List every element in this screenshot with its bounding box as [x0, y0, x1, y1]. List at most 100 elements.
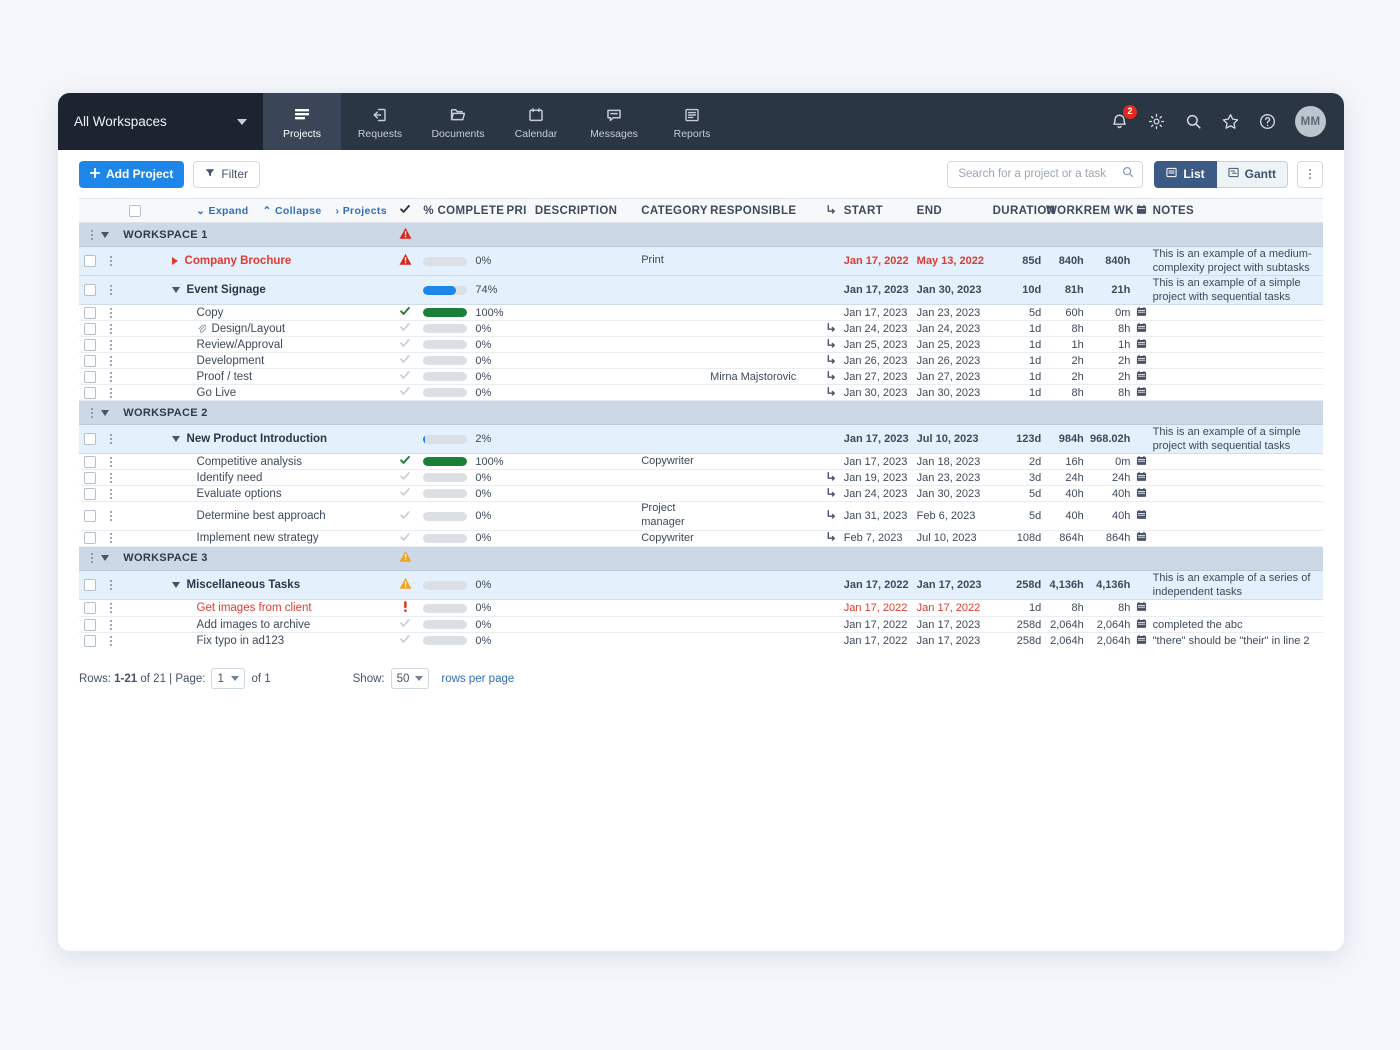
search-box[interactable] — [947, 160, 1144, 188]
project-row[interactable]: Event Signage 74% Jan 17, 2023 Jan 30, 2023… — [79, 275, 1323, 306]
row-name[interactable]: Miscellaneous Tasks — [187, 579, 301, 591]
row-name[interactable]: Copy — [197, 307, 224, 319]
row-name[interactable]: Evaluate options — [197, 488, 282, 500]
kebab-icon[interactable] — [101, 339, 121, 350]
row-menu-cell[interactable] — [101, 246, 122, 277]
calendar-icon[interactable] — [1136, 634, 1147, 648]
row-checkbox[interactable] — [84, 306, 97, 319]
toolbar-more-options-button[interactable] — [1297, 160, 1323, 188]
header-notes[interactable]: NOTES — [1152, 198, 1323, 223]
row-calendar-cell[interactable] — [1130, 469, 1153, 487]
row-name[interactable]: Company Brochure — [185, 255, 292, 267]
check-icon-todo[interactable] — [399, 371, 411, 384]
row-status-cell[interactable] — [386, 368, 424, 386]
row-checkbox[interactable] — [84, 354, 97, 367]
row-checkbox[interactable] — [84, 386, 97, 399]
calendar-icon[interactable] — [1136, 510, 1147, 523]
row-status-cell[interactable] — [386, 453, 424, 471]
filter-button[interactable]: Filter — [193, 160, 261, 188]
nav-item-calendar[interactable]: Calendar — [497, 93, 575, 150]
row-menu-cell[interactable] — [101, 469, 122, 487]
kebab-icon[interactable] — [101, 456, 121, 467]
row-status-cell[interactable] — [386, 530, 424, 547]
check-icon-done[interactable] — [399, 456, 411, 469]
task-row[interactable]: Copy 100% Jan 17, 2023 Jan 23, 2023 5d 60h 0m — [79, 304, 1323, 322]
row-name[interactable]: Implement new strategy — [197, 532, 319, 544]
kebab-icon[interactable] — [101, 355, 121, 366]
project-row[interactable]: Company Brochure 0% Print Jan 17, 2022 May 1… — [79, 246, 1323, 277]
row-status-cell[interactable] — [386, 485, 424, 503]
row-menu-cell[interactable] — [101, 599, 122, 618]
row-calendar-cell[interactable] — [1130, 599, 1153, 618]
row-name[interactable]: Competitive analysis — [197, 456, 302, 468]
calendar-icon[interactable] — [1136, 386, 1147, 400]
row-calendar-cell[interactable] — [1130, 368, 1153, 386]
row-menu-cell[interactable] — [101, 424, 122, 455]
header-work[interactable]: WORK — [1041, 198, 1084, 223]
check-icon-todo[interactable] — [399, 510, 411, 524]
task-row[interactable]: Determine best approach 0% Project manager… — [79, 501, 1323, 531]
row-status-cell[interactable] — [386, 599, 424, 618]
row-checkbox[interactable] — [84, 370, 97, 383]
kebab-icon[interactable] — [101, 387, 121, 398]
task-row[interactable]: Review/Approval 0% Jan 25, 2023 Jan 25, 202… — [79, 336, 1323, 354]
header-start[interactable]: START — [843, 198, 917, 223]
kebab-icon[interactable] — [101, 285, 121, 296]
row-menu-cell[interactable] — [101, 530, 122, 547]
row-status-cell[interactable] — [386, 336, 424, 354]
row-checkbox[interactable] — [84, 618, 97, 631]
check-icon-todo[interactable] — [399, 323, 411, 336]
row-checkbox[interactable] — [84, 579, 97, 592]
row-name[interactable]: Get images from client — [197, 602, 312, 614]
calendar-icon[interactable] — [1136, 322, 1147, 336]
nav-item-reports[interactable]: Reports — [653, 93, 731, 150]
workspace-row-menu[interactable] — [79, 222, 102, 247]
row-checkbox[interactable] — [84, 338, 97, 351]
project-row[interactable]: New Product Introduction 2% Jan 17, 2023 Ju… — [79, 424, 1323, 455]
row-status-cell[interactable] — [386, 246, 424, 277]
row-calendar-cell[interactable] — [1130, 336, 1153, 354]
row-status-cell[interactable] — [386, 384, 424, 402]
workspace-group-row[interactable]: WORKSPACE 2 — [79, 400, 1323, 426]
task-row[interactable]: Go Live 0% Jan 30, 2023 Jan 30, 2023 1d 8h 8h — [79, 384, 1323, 402]
header-duration[interactable]: DURATION — [992, 198, 1055, 223]
row-menu-cell[interactable] — [101, 384, 122, 402]
row-name[interactable]: Determine best approach — [197, 510, 326, 522]
row-status-cell[interactable] — [386, 304, 424, 322]
header-rem-wk[interactable]: REM WK — [1083, 198, 1133, 223]
kebab-icon[interactable] — [101, 603, 121, 614]
search-icon[interactable] — [1122, 165, 1134, 183]
row-name[interactable]: Review/Approval — [197, 339, 283, 351]
row-checkbox[interactable] — [84, 510, 97, 523]
nav-item-documents[interactable]: Documents — [419, 93, 497, 150]
search-input[interactable] — [958, 168, 1123, 180]
kebab-icon[interactable] — [101, 619, 121, 630]
workspace-selector[interactable]: All Workspaces — [58, 93, 263, 150]
row-name[interactable]: Design/Layout — [212, 323, 286, 335]
kebab-icon[interactable] — [83, 407, 101, 418]
row-calendar-cell[interactable] — [1130, 501, 1153, 531]
page-select[interactable]: 1 — [211, 668, 246, 690]
row-calendar-cell[interactable] — [1130, 485, 1153, 503]
task-row[interactable]: Proof / test 0% Mirna Majstorovic Jan 27, 2… — [79, 368, 1323, 386]
header-pri[interactable]: PRI — [506, 198, 535, 223]
row-calendar-cell[interactable] — [1130, 320, 1153, 338]
calendar-icon[interactable] — [1136, 455, 1147, 469]
collapse-triangle-icon[interactable] — [171, 436, 180, 443]
row-status-cell[interactable] — [386, 570, 424, 601]
kebab-icon[interactable] — [101, 635, 121, 646]
kebab-icon[interactable] — [101, 323, 121, 334]
row-calendar-cell[interactable] — [1130, 453, 1153, 471]
header-category[interactable]: CATEGORY — [641, 198, 711, 223]
check-icon-todo[interactable] — [399, 619, 411, 632]
kebab-icon[interactable] — [101, 472, 121, 483]
kebab-icon[interactable] — [101, 533, 121, 544]
alert-triangle-red[interactable] — [399, 253, 412, 269]
notifications-bell[interactable]: 2 — [1110, 105, 1137, 131]
kebab-icon[interactable] — [101, 580, 121, 591]
nav-item-messages[interactable]: Messages — [575, 93, 653, 150]
help-icon[interactable] — [1258, 112, 1277, 131]
alert-triangle-amber[interactable] — [399, 577, 412, 593]
row-name[interactable]: Go Live — [197, 387, 237, 399]
check-icon-todo[interactable] — [399, 472, 411, 485]
